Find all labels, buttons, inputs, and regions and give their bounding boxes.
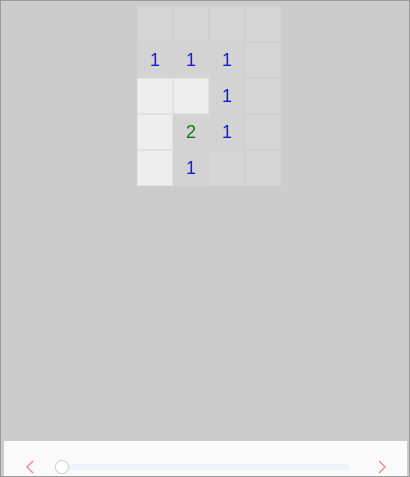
board-cell xyxy=(137,114,173,150)
chevron-left-icon xyxy=(26,460,34,474)
board-cell[interactable] xyxy=(245,114,281,150)
board-cell: 2 xyxy=(173,114,209,150)
history-slider-thumb[interactable] xyxy=(55,460,69,474)
board-cell[interactable] xyxy=(209,150,245,186)
board-cell[interactable] xyxy=(245,42,281,78)
board-cell[interactable] xyxy=(245,78,281,114)
board-cell[interactable] xyxy=(209,6,245,42)
board-cell xyxy=(137,150,173,186)
board-cell: 1 xyxy=(137,42,173,78)
chevron-right-icon xyxy=(378,460,386,474)
board-cell: 1 xyxy=(173,150,209,186)
board-cell xyxy=(137,78,173,114)
board-cell[interactable] xyxy=(245,150,281,186)
board-cell[interactable] xyxy=(137,6,173,42)
minesweeper-board: 1111211 xyxy=(137,6,282,187)
board-cell: 1 xyxy=(209,78,245,114)
board-cell: 1 xyxy=(173,42,209,78)
game-area: 1111211 xyxy=(4,1,407,441)
board-cell[interactable] xyxy=(245,6,281,42)
next-button[interactable] xyxy=(374,459,390,475)
history-slider-track[interactable] xyxy=(62,464,350,470)
board-cell[interactable] xyxy=(173,6,209,42)
board-cell: 1 xyxy=(209,114,245,150)
game-window: 1111211 xyxy=(0,0,410,477)
board-cell xyxy=(173,78,209,114)
board-cell: 1 xyxy=(209,42,245,78)
playback-bar xyxy=(4,441,407,476)
previous-button[interactable] xyxy=(22,459,38,475)
